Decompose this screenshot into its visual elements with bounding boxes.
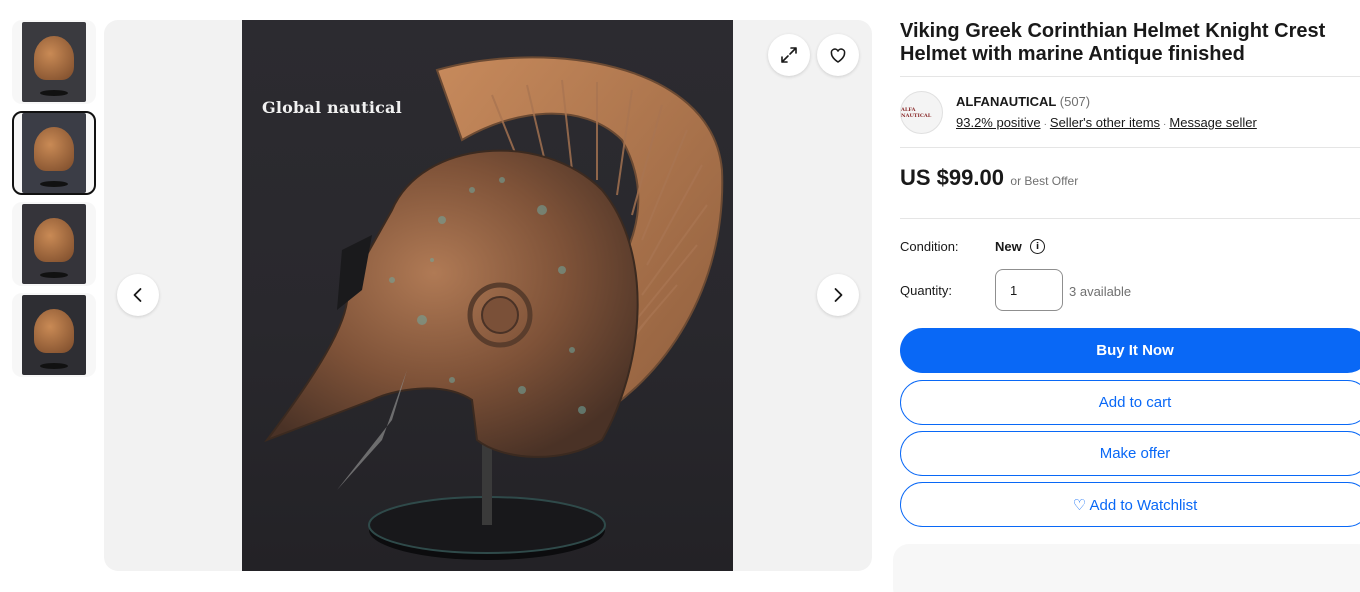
quantity-available: 3 available (1069, 284, 1132, 299)
price-amount: US $99.00 (900, 165, 1004, 190)
separator-dot: · (1043, 119, 1047, 130)
previous-image-button[interactable] (117, 274, 159, 316)
thumbnail-4[interactable] (12, 293, 96, 377)
product-photo[interactable]: Global nautical (242, 20, 733, 571)
expand-button[interactable] (768, 34, 810, 76)
divider (900, 218, 1360, 219)
condition-label: Condition: (900, 239, 959, 254)
next-image-button[interactable] (817, 274, 859, 316)
seller-card: ALFA NAUTICAL ALFANAUTICAL (507) 93.2% p… (900, 90, 1360, 134)
thumbnail-image (22, 295, 86, 375)
buy-it-now-button[interactable]: Buy It Now (900, 328, 1360, 373)
thumbnail-2-selected[interactable] (12, 111, 96, 195)
listing-title: Viking Greek Corinthian Helmet Knight Cr… (900, 20, 1326, 65)
condition-value: New (995, 239, 1022, 254)
seller-feedback-count: (507) (1059, 94, 1091, 109)
seller-logo-text: ALFA NAUTICAL (901, 106, 932, 119)
divider (900, 76, 1360, 77)
make-offer-button[interactable]: Make offer (900, 431, 1360, 476)
thumbnail-image (22, 22, 86, 102)
seller-positive-link[interactable]: 93.2% positive (956, 115, 1041, 130)
price-block: US $99.00 or Best Offer (900, 165, 1078, 191)
seller-links: 93.2% positive · Seller's other items · Mess… (956, 115, 1257, 130)
listing-info: Viking Greek Corinthian Helmet Knight Cr… (900, 20, 1360, 66)
thumbnail-image (22, 113, 86, 193)
add-to-watchlist-button[interactable]: ♡ Add to Watchlist (900, 482, 1360, 527)
heart-icon (830, 48, 846, 63)
bottom-info-card (893, 544, 1360, 592)
thumbnail-image (22, 204, 86, 284)
helmet-illustration (264, 56, 724, 560)
info-icon[interactable]: i (1030, 239, 1045, 254)
best-offer-label: or Best Offer (1010, 174, 1079, 188)
quantity-label: Quantity: (900, 283, 953, 298)
chevron-left-icon (133, 288, 142, 302)
thumbnail-1[interactable] (12, 20, 96, 104)
seller-name-row: ALFANAUTICAL (507) (956, 94, 1090, 109)
expand-icon (781, 47, 797, 63)
seller-name[interactable]: ALFANAUTICAL (956, 94, 1056, 109)
seller-logo[interactable]: ALFA NAUTICAL (900, 91, 943, 134)
image-gallery: Global nautical (104, 20, 872, 571)
message-seller-link[interactable]: Message seller (1169, 115, 1256, 130)
watchlist-heart-button[interactable] (817, 34, 859, 76)
add-to-cart-button[interactable]: Add to cart (900, 380, 1360, 425)
thumbnail-3[interactable] (12, 202, 96, 286)
divider (900, 147, 1360, 148)
separator-dot: · (1163, 119, 1167, 130)
chevron-right-icon (834, 288, 843, 302)
quantity-input[interactable] (995, 269, 1063, 311)
seller-other-items-link[interactable]: Seller's other items (1050, 115, 1160, 130)
